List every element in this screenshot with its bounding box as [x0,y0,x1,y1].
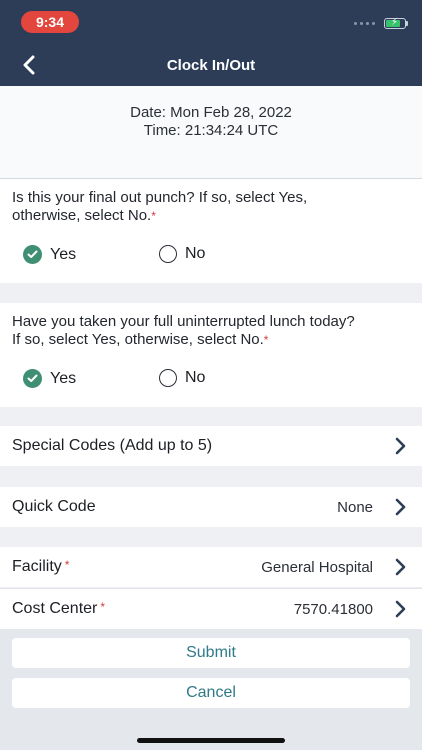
quick-code-value: None [337,498,373,516]
lunch-question-card: Have you taken your full uninterrupted l… [0,303,422,407]
battery-icon: ⚡ [384,17,406,29]
lunch-yes-option[interactable]: Yes [23,369,76,388]
battery-tip [406,21,408,26]
cost-center-label-text: Cost Center [12,600,98,617]
required-mark: * [263,333,269,347]
required-mark: * [64,558,70,572]
special-codes-label: Special Codes (Add up to 5) [12,437,213,454]
quick-code-row[interactable]: Quick Code None [0,487,422,527]
nav-bar: Clock In/Out [0,44,422,86]
radio-unchecked-icon [159,245,177,263]
required-mark: * [151,209,156,223]
facility-row[interactable]: Facility * General Hospital [0,547,422,587]
home-indicator [137,738,285,743]
punch-info: Date: Mon Feb 28, 2022 Time: 21:34:24 UT… [0,86,422,179]
signal-icon [354,22,375,25]
page-title: Clock In/Out [166,57,256,74]
chevron-right-icon [395,437,406,455]
final-punch-question: Is this your final out punch? If so, sel… [12,189,362,225]
option-label: No [185,245,206,262]
status-bar: 9:34 ⚡ [0,0,422,44]
lunch-question: Have you taken your full uninterrupted l… [12,313,362,349]
final-punch-yes-option[interactable]: Yes [23,245,76,264]
punch-date: Date: Mon Feb 28, 2022 [130,104,292,121]
chevron-right-icon [395,600,406,618]
option-label: Yes [50,245,77,263]
facility-label-text: Facility [12,558,62,575]
quick-code-label: Quick Code [12,498,96,515]
cost-center-row[interactable]: Cost Center * 7570.41800 [0,588,422,629]
option-label: Yes [50,369,77,387]
radio-checked-icon [23,245,42,264]
facility-label: Facility * [12,558,69,576]
required-mark: * [100,600,106,614]
final-punch-question-card: Is this your final out punch? If so, sel… [0,179,422,283]
cost-center-value: 7570.41800 [293,600,373,618]
final-punch-question-text: Is this your final out punch? If so, sel… [12,189,308,224]
option-label: No [185,369,206,386]
radio-checked-icon [23,369,42,388]
chevron-right-icon [395,558,406,576]
radio-unchecked-icon [159,369,177,387]
chevron-left-icon [23,55,35,75]
cancel-button[interactable]: Cancel [12,678,410,708]
cost-center-label: Cost Center * [12,600,105,618]
facility-value: General Hospital [261,558,373,576]
chevron-right-icon [395,498,406,516]
back-button[interactable] [14,50,44,80]
submit-button[interactable]: Submit [12,638,410,668]
lunch-question-text: Have you taken your full uninterrupted l… [12,313,355,348]
special-codes-row[interactable]: Special Codes (Add up to 5) [0,426,422,466]
status-time: 9:34 [21,11,79,33]
lunch-no-option[interactable]: No [159,369,205,387]
final-punch-no-option[interactable]: No [159,245,205,263]
punch-time: Time: 21:34:24 UTC [143,122,279,139]
